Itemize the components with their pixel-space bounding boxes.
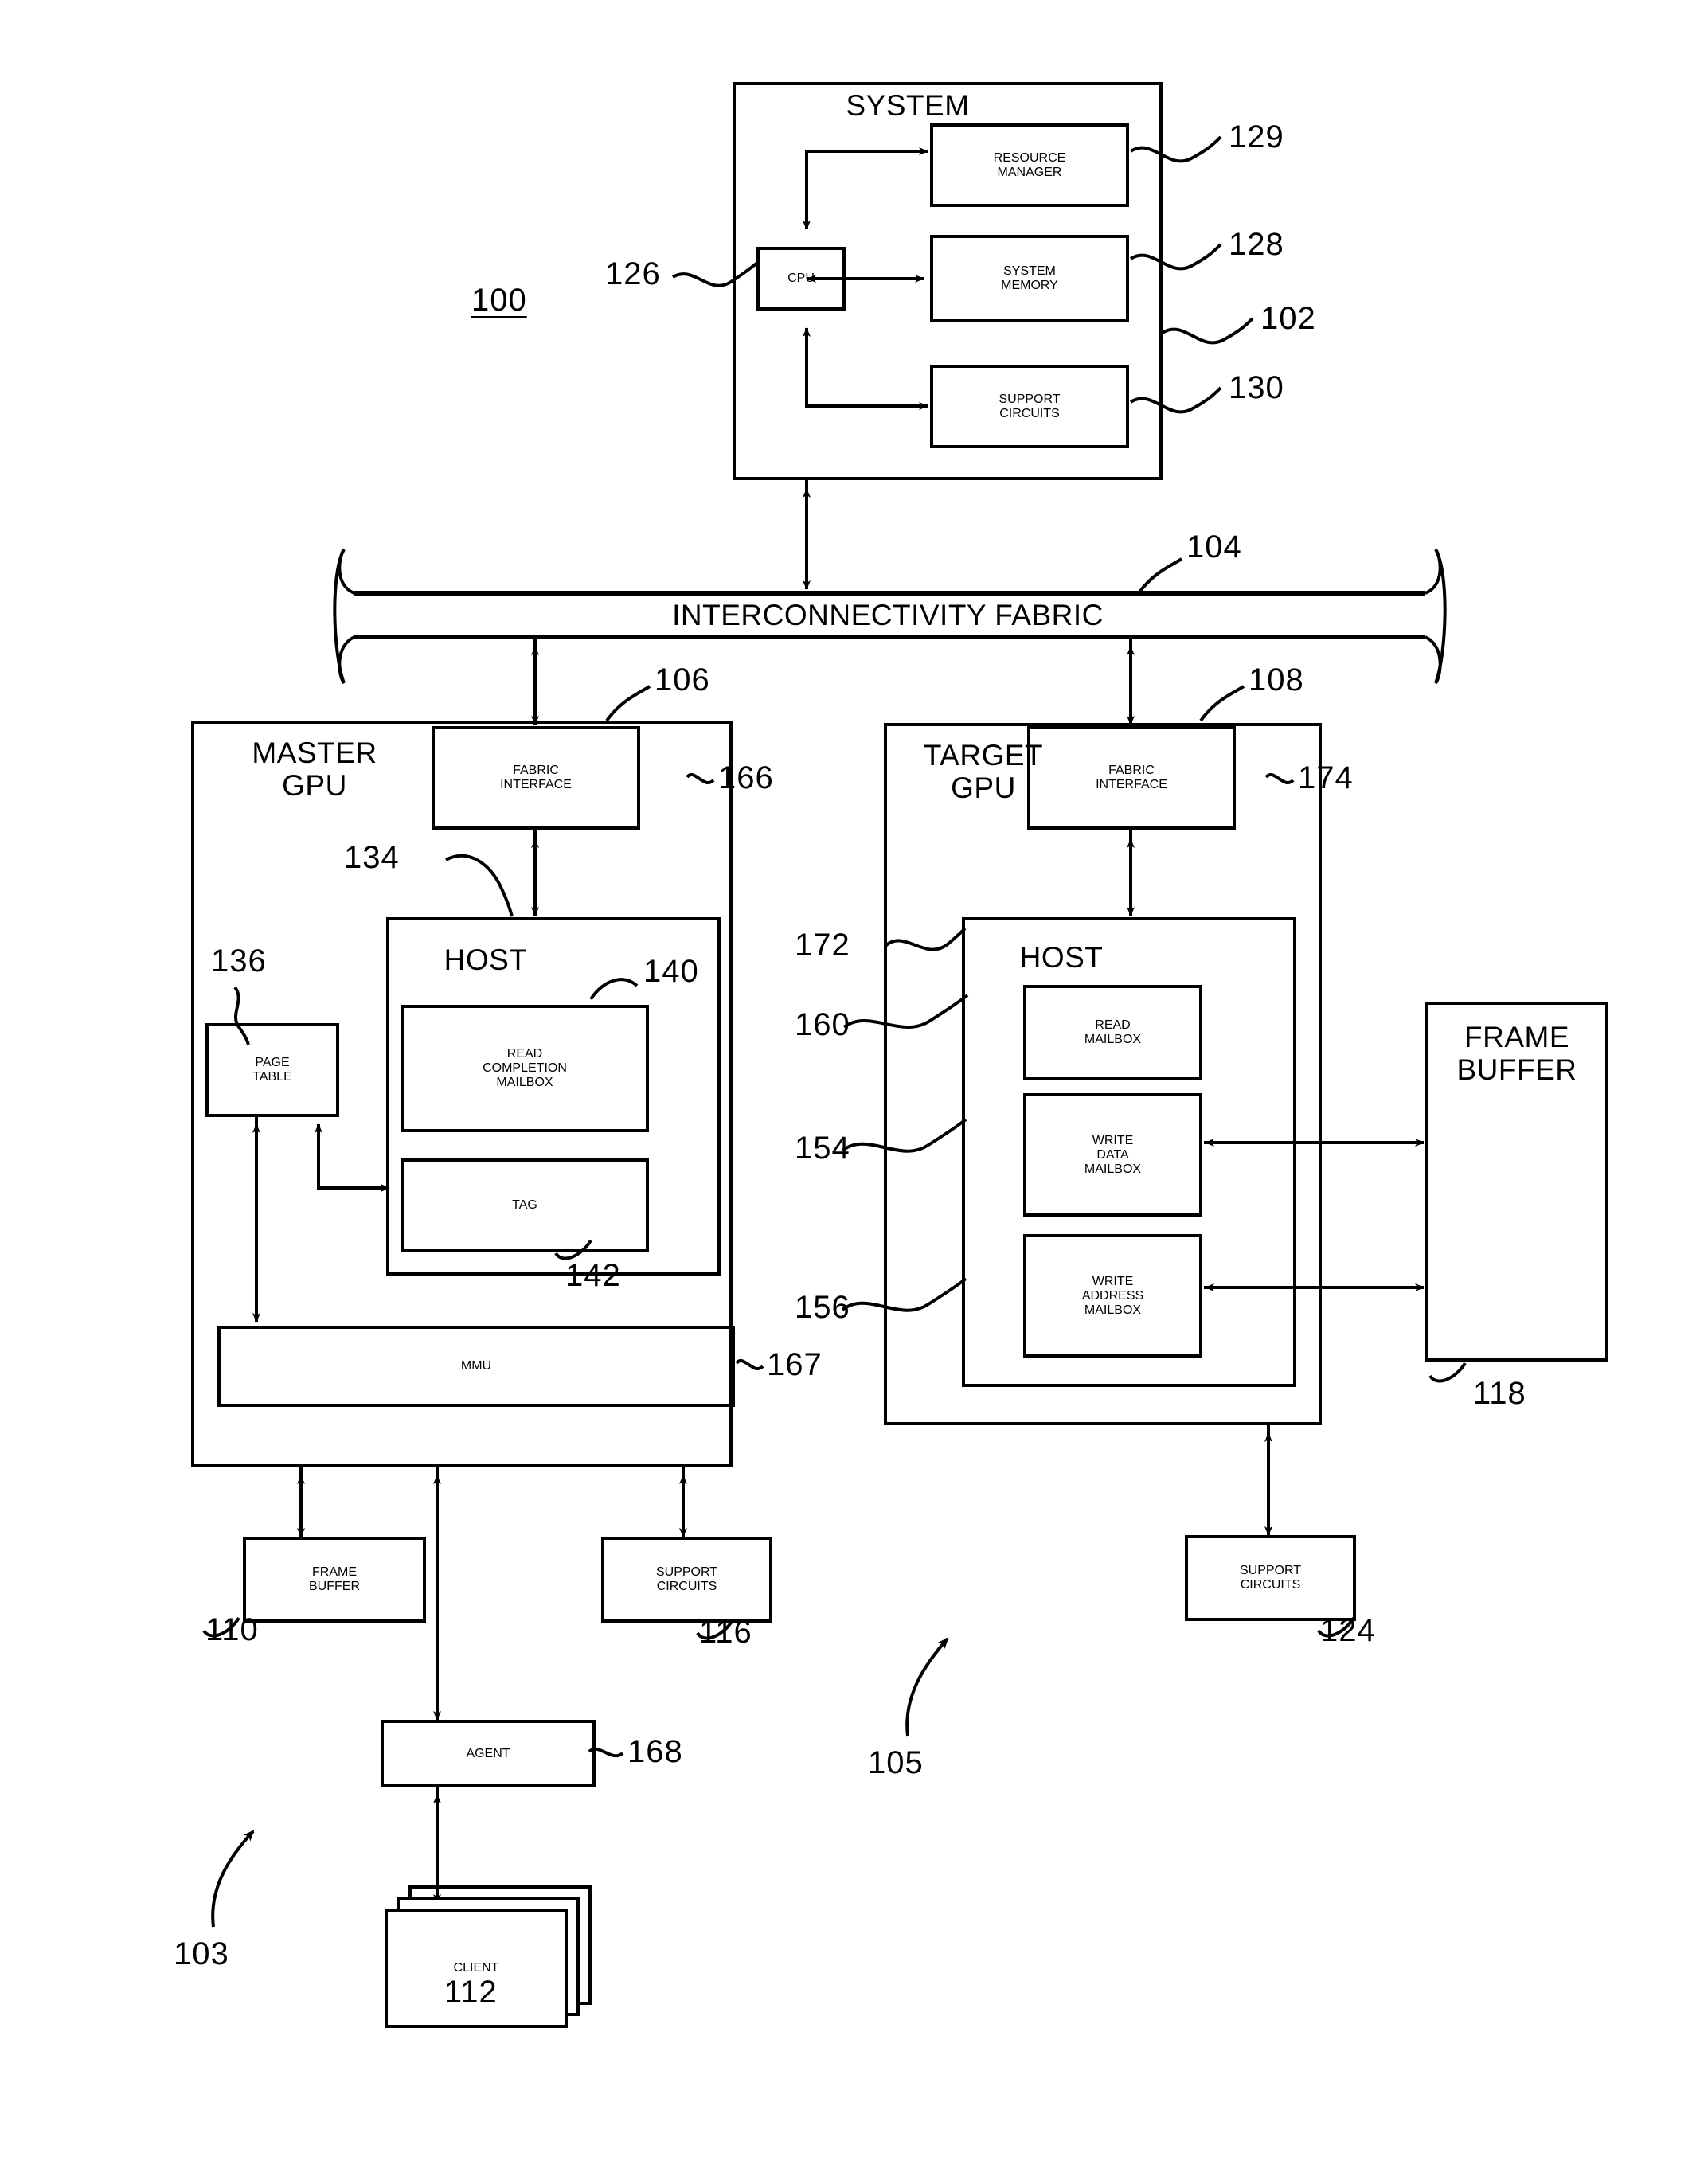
master-host-ref-134: 134 [344,840,400,875]
client-ref-112: 112 [444,1975,498,2010]
read-completion-mailbox-ref-140: 140 [643,954,699,989]
write-data-mailbox-ref-154: 154 [795,1131,850,1166]
system-memory-ref-128: 128 [1229,227,1284,262]
target-fabric-interface-label: FABRIC INTERFACE [1096,764,1167,791]
system-support-circuits-block: SUPPORT CIRCUITS [930,365,1129,448]
page-table-ref-136: 136 [211,944,267,979]
mmu-block: MMU [217,1326,735,1407]
target-gpu-ref-108: 108 [1249,662,1304,697]
page-table-block: PAGE TABLE [205,1023,339,1117]
tag-block: TAG [401,1158,649,1252]
read-mailbox-label: READ MAILBOX [1084,1018,1142,1046]
page-table-label: PAGE TABLE [252,1056,292,1084]
target-support-circuits-label: SUPPORT CIRCUITS [1239,1564,1302,1592]
write-address-mailbox-label: WRITE ADDRESS MAILBOX [1081,1274,1144,1317]
agent-label: AGENT [466,1746,510,1760]
master-support-circuits-block: SUPPORT CIRCUITS [601,1537,772,1623]
cpu-block: CPU [756,247,846,311]
cpu-ref-126: 126 [605,256,661,291]
master-side-ref-103: 103 [174,1936,229,1971]
write-address-mailbox-ref-156: 156 [795,1290,850,1325]
target-fabric-interface-block: FABRIC INTERFACE [1027,726,1236,830]
master-fabric-interface-block: FABRIC INTERFACE [432,726,640,830]
system-title: SYSTEM [846,89,970,122]
agent-block: AGENT [381,1720,596,1787]
resource-manager-ref-129: 129 [1229,119,1284,154]
target-support-circuits-ref-124: 124 [1320,1613,1376,1648]
write-address-mailbox-block: WRITE ADDRESS MAILBOX [1023,1234,1202,1358]
read-mailbox-ref-160: 160 [795,1007,850,1042]
master-host-title: HOST [444,944,528,976]
master-support-circuits-label: SUPPORT CIRCUITS [655,1565,718,1593]
system-memory-label: SYSTEM MEMORY [1001,264,1058,292]
target-support-circuits-block: SUPPORT CIRCUITS [1185,1535,1356,1621]
agent-ref-168: 168 [627,1734,683,1769]
system-memory-block: SYSTEM MEMORY [930,235,1129,322]
target-frame-buffer-label: FRAME BUFFER [1456,1021,1577,1087]
master-support-circuits-ref-116: 116 [699,1615,752,1650]
system-ref-102: 102 [1260,301,1316,336]
target-fabric-interface-ref-174: 174 [1298,760,1354,795]
mmu-ref-167: 167 [767,1347,823,1382]
read-mailbox-block: READ MAILBOX [1023,985,1202,1080]
write-data-mailbox-label: WRITE DATA MAILBOX [1084,1133,1142,1176]
client-label: CLIENT [453,1961,499,1975]
master-gpu-title: MASTER GPU [252,736,377,803]
resource-manager-label: RESOURCE MANAGER [993,150,1066,179]
master-gpu-ref-106: 106 [655,662,710,697]
write-data-mailbox-block: WRITE DATA MAILBOX [1023,1093,1202,1217]
figure-ref-100: 100 [471,283,527,318]
tag-ref-142: 142 [565,1258,621,1293]
mmu-label: MMU [460,1359,492,1373]
patent-figure: SYSTEM 102 CPU 126 RESOURCE MANAGER 129 … [0,0,1700,2184]
cpu-label: CPU [787,272,815,285]
system-support-circuits-label: SUPPORT CIRCUITS [999,392,1061,420]
system-support-circuits-ref-130: 130 [1229,370,1284,405]
target-host-title: HOST [1019,941,1104,974]
read-completion-mailbox-label: READ COMPLETION MAILBOX [483,1047,567,1089]
fabric-ref-104: 104 [1186,529,1242,565]
master-frame-buffer-ref-110: 110 [205,1612,259,1647]
read-completion-mailbox-block: READ COMPLETION MAILBOX [401,1005,649,1132]
fabric-label: INTERCONNECTIVITY FABRIC [672,599,1104,631]
master-fabric-interface-label: FABRIC INTERFACE [500,764,572,791]
tag-label: TAG [512,1198,537,1212]
target-side-ref-105: 105 [868,1745,924,1780]
target-host-ref-172: 172 [795,928,850,963]
master-frame-buffer-block: FRAME BUFFER [243,1537,426,1623]
resource-manager-block: RESOURCE MANAGER [930,123,1129,207]
master-fabric-interface-ref-166: 166 [718,760,774,795]
master-frame-buffer-label: FRAME BUFFER [309,1565,360,1593]
target-frame-buffer-ref-118: 118 [1473,1376,1526,1411]
